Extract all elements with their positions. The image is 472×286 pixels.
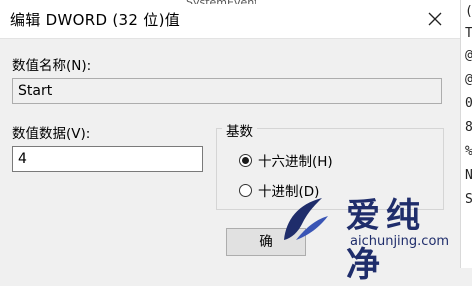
value-name-label: 数值名称(N): xyxy=(12,58,92,74)
value-data-label: 数值数据(V): xyxy=(12,126,91,142)
bg-char: @ xyxy=(465,72,472,87)
bg-char: N xyxy=(465,168,472,183)
bg-char: @ xyxy=(465,48,472,63)
title-bar: 编辑 DWORD (32 位)值 xyxy=(0,0,460,39)
value-name-field[interactable]: Start xyxy=(12,78,442,104)
bg-char: ( xyxy=(465,4,472,19)
base-group-title: 基数 xyxy=(222,120,257,140)
bg-char: 0 xyxy=(465,96,472,111)
watermark-url: aichunjing.com xyxy=(350,234,450,249)
bg-char: T xyxy=(465,26,472,41)
value-data-input[interactable]: 4 xyxy=(12,146,203,172)
background-tree-fragment: SystemEvents xyxy=(186,0,256,4)
radio-unselected-icon xyxy=(239,183,252,197)
watermark-logo-icon xyxy=(284,198,328,240)
radio-hexadecimal-label: 十六进制(H) xyxy=(258,154,333,170)
radio-hexadecimal[interactable]: 十六进制(H) xyxy=(239,150,333,170)
bg-char: S xyxy=(465,192,472,207)
bg-char: % xyxy=(465,144,472,159)
radio-selected-icon xyxy=(239,153,252,167)
background-registry-values: ( T @ @ 0 8 % N S xyxy=(460,0,472,268)
close-button[interactable] xyxy=(418,4,452,34)
dialog-title: 编辑 DWORD (32 位)值 xyxy=(10,11,181,29)
close-icon xyxy=(428,12,442,26)
bg-char: 8 xyxy=(465,120,472,135)
watermark: 爱纯净 aichunjing.com xyxy=(270,184,460,285)
